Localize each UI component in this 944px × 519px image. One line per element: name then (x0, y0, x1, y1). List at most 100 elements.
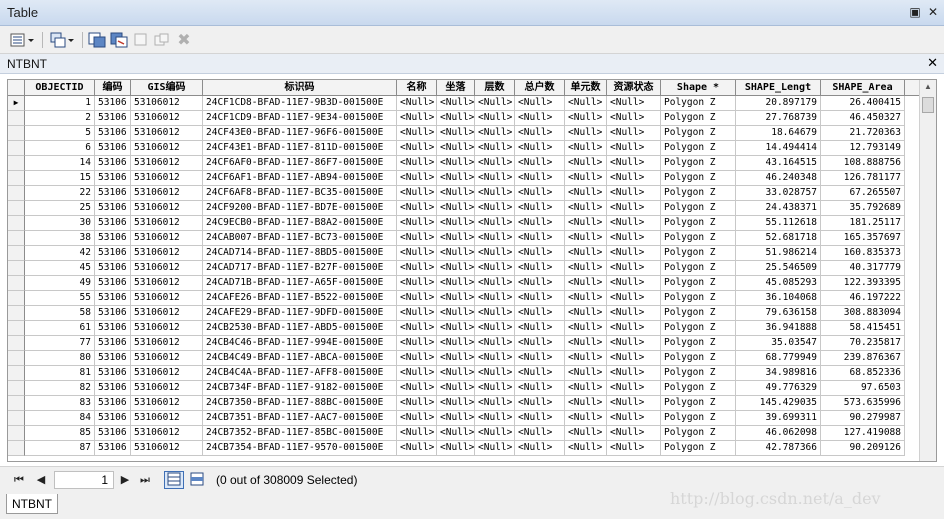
table-cell[interactable]: <Null> (607, 306, 661, 321)
table-row[interactable]: 5 53106 53106012 24CF43E0-BFAD-11E7-96F6-00… (8, 126, 920, 141)
switch-selection-button[interactable] (109, 30, 129, 50)
row-selector[interactable] (8, 321, 25, 336)
table-cell[interactable]: 49 (25, 276, 95, 291)
table-cell[interactable]: 35.03547 (736, 336, 821, 351)
table-cell[interactable]: 12.793149 (821, 141, 905, 156)
table-cell[interactable]: <Null> (607, 201, 661, 216)
table-cell[interactable]: Polygon Z (661, 141, 736, 156)
table-cell[interactable]: 53106 (95, 231, 131, 246)
table-cell[interactable]: Polygon Z (661, 276, 736, 291)
table-cell[interactable]: <Null> (607, 426, 661, 441)
table-cell[interactable]: 127.419088 (821, 426, 905, 441)
table-cell[interactable]: Polygon Z (661, 381, 736, 396)
table-cell[interactable]: <Null> (565, 111, 607, 126)
table-cell[interactable]: 22 (25, 186, 95, 201)
table-cell[interactable]: <Null> (437, 396, 475, 411)
table-cell[interactable]: 27.768739 (736, 111, 821, 126)
table-cell[interactable]: <Null> (437, 351, 475, 366)
table-cell[interactable]: <Null> (565, 426, 607, 441)
table-cell[interactable]: <Null> (437, 201, 475, 216)
table-cell[interactable]: 53106 (95, 141, 131, 156)
column-header[interactable]: Shape * (661, 80, 736, 96)
table-cell[interactable]: 79.636158 (736, 306, 821, 321)
table-cell[interactable]: <Null> (397, 321, 437, 336)
table-cell[interactable]: <Null> (515, 141, 565, 156)
table-cell[interactable]: <Null> (607, 396, 661, 411)
table-cell[interactable]: 45.085293 (736, 276, 821, 291)
table-cell[interactable]: <Null> (607, 381, 661, 396)
table-cell[interactable]: 97.6503 (821, 381, 905, 396)
table-cell[interactable]: <Null> (475, 351, 515, 366)
row-selector[interactable] (8, 231, 25, 246)
table-cell[interactable]: 36.104068 (736, 291, 821, 306)
table-row[interactable]: 85 53106 53106012 24CB7352-BFAD-11E7-85BC-0… (8, 426, 920, 441)
row-selector[interactable] (8, 141, 25, 156)
table-cell[interactable]: 24CAFE26-BFAD-11E7-B522-001500E (203, 291, 397, 306)
table-cell[interactable]: 53106 (95, 261, 131, 276)
table-cell[interactable]: 46.450327 (821, 111, 905, 126)
table-cell[interactable]: 53106012 (131, 291, 203, 306)
table-cell[interactable]: <Null> (437, 141, 475, 156)
table-cell[interactable]: <Null> (515, 216, 565, 231)
table-cell[interactable]: <Null> (607, 216, 661, 231)
table-cell[interactable]: 24CF6AF8-BFAD-11E7-BC35-001500E (203, 186, 397, 201)
table-row[interactable]: 58 53106 53106012 24CAFE29-BFAD-11E7-9DFD-0… (8, 306, 920, 321)
table-row[interactable]: 80 53106 53106012 24CB4C49-BFAD-11E7-ABCA-0… (8, 351, 920, 366)
table-row[interactable]: 22 53106 53106012 24CF6AF8-BFAD-11E7-BC35-0… (8, 186, 920, 201)
table-cell[interactable]: 53106012 (131, 216, 203, 231)
table-cell[interactable]: 24CF6AF0-BFAD-11E7-86F7-001500E (203, 156, 397, 171)
row-selector[interactable] (8, 426, 25, 441)
table-cell[interactable]: 40.317779 (821, 261, 905, 276)
table-cell[interactable]: 53106012 (131, 201, 203, 216)
table-cell[interactable]: <Null> (475, 246, 515, 261)
table-cell[interactable]: 15 (25, 171, 95, 186)
previous-record-icon[interactable]: ◀ (34, 472, 48, 488)
table-cell[interactable]: 53106 (95, 351, 131, 366)
row-selector[interactable] (8, 411, 25, 426)
table-cell[interactable]: <Null> (397, 231, 437, 246)
show-selected-records-button[interactable] (188, 472, 206, 488)
table-cell[interactable]: 25 (25, 201, 95, 216)
table-cell[interactable]: <Null> (515, 291, 565, 306)
column-header[interactable]: 标识码 (203, 80, 397, 96)
table-cell[interactable]: <Null> (475, 396, 515, 411)
table-cell[interactable]: 122.393395 (821, 276, 905, 291)
table-cell[interactable]: 53106 (95, 171, 131, 186)
table-cell[interactable]: <Null> (607, 126, 661, 141)
table-cell[interactable]: <Null> (397, 171, 437, 186)
table-cell[interactable]: 24CF6AF1-BFAD-11E7-AB94-001500E (203, 171, 397, 186)
table-cell[interactable]: <Null> (437, 411, 475, 426)
table-cell[interactable]: <Null> (515, 321, 565, 336)
table-cell[interactable]: <Null> (437, 261, 475, 276)
clear-selection-button[interactable] (132, 30, 150, 50)
table-cell[interactable]: <Null> (437, 246, 475, 261)
first-record-icon[interactable]: ⏮ (12, 472, 26, 488)
table-cell[interactable]: <Null> (437, 366, 475, 381)
row-selector[interactable] (8, 111, 25, 126)
table-cell[interactable]: <Null> (437, 291, 475, 306)
table-cell[interactable]: Polygon Z (661, 261, 736, 276)
table-row[interactable]: 14 53106 53106012 24CF6AF0-BFAD-11E7-86F7-0… (8, 156, 920, 171)
table-cell[interactable]: <Null> (397, 291, 437, 306)
table-cell[interactable]: <Null> (515, 381, 565, 396)
table-cell[interactable]: <Null> (397, 126, 437, 141)
table-cell[interactable]: <Null> (607, 156, 661, 171)
table-cell[interactable]: <Null> (397, 336, 437, 351)
table-cell[interactable]: <Null> (437, 426, 475, 441)
table-cell[interactable]: <Null> (607, 441, 661, 456)
table-cell[interactable]: 53106012 (131, 441, 203, 456)
table-cell[interactable]: 53106 (95, 216, 131, 231)
table-row[interactable]: 45 53106 53106012 24CAD717-BFAD-11E7-B27F-0… (8, 261, 920, 276)
row-selector[interactable] (8, 441, 25, 456)
select-by-attributes-button[interactable] (87, 30, 107, 50)
table-cell[interactable]: <Null> (475, 426, 515, 441)
table-cell[interactable]: 53106 (95, 366, 131, 381)
table-cell[interactable]: <Null> (515, 411, 565, 426)
table-cell[interactable]: 53106012 (131, 171, 203, 186)
table-cell[interactable]: 53106012 (131, 366, 203, 381)
table-cell[interactable]: 24CAD714-BFAD-11E7-8BD5-001500E (203, 246, 397, 261)
table-cell[interactable]: 24CAFE29-BFAD-11E7-9DFD-001500E (203, 306, 397, 321)
table-cell[interactable]: <Null> (397, 381, 437, 396)
table-cell[interactable]: <Null> (397, 216, 437, 231)
table-cell[interactable]: <Null> (397, 366, 437, 381)
